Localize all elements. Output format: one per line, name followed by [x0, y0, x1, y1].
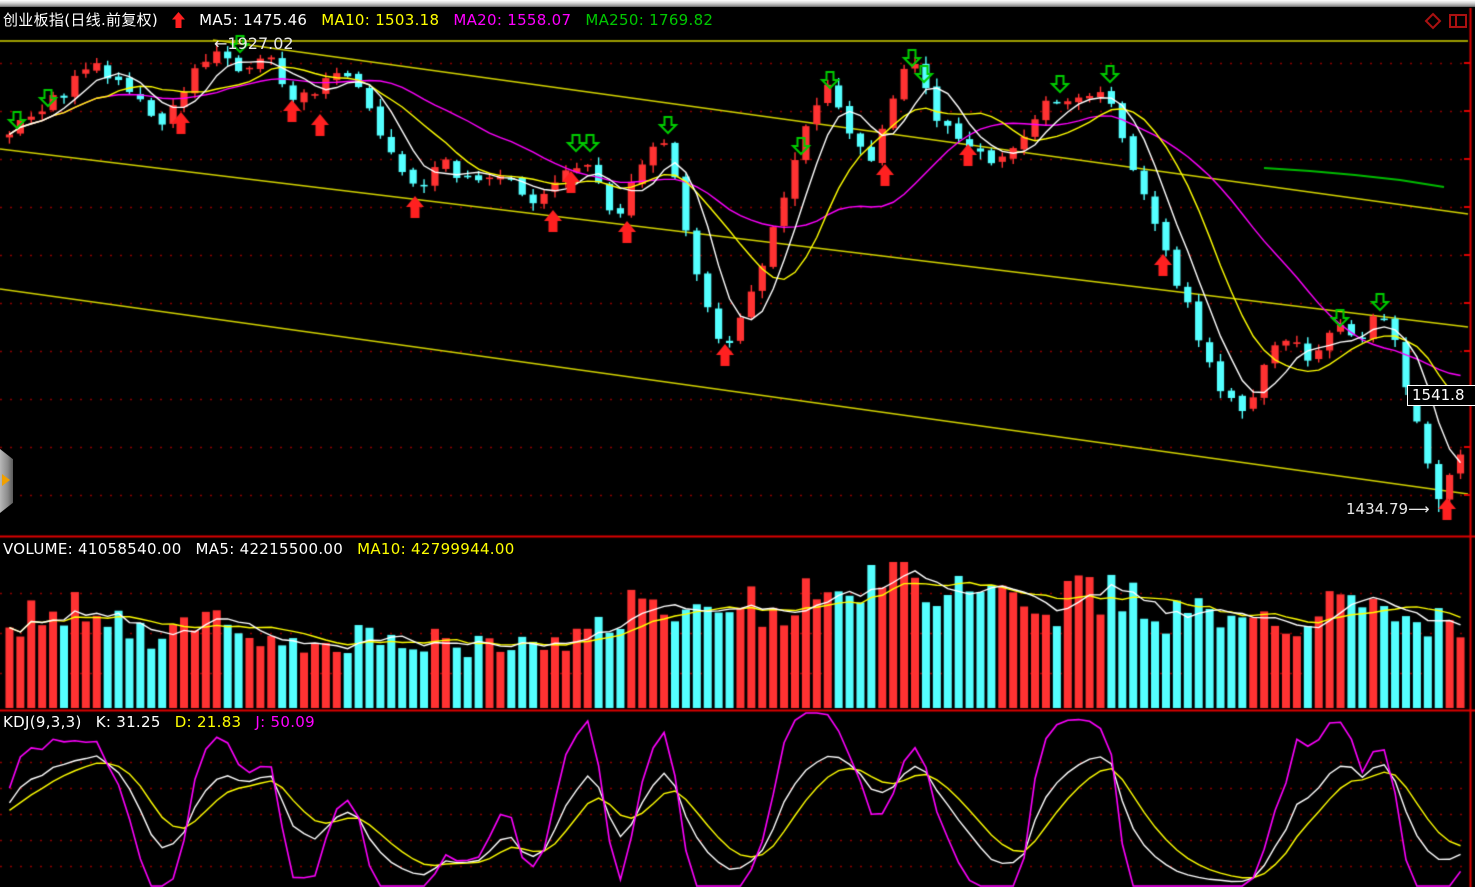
split-window-icon[interactable] — [1448, 12, 1468, 34]
volume-ma5-readout: MA5: 42215500.00 — [196, 540, 344, 558]
trading-app-screen: 创业板指(日线.前复权) MA5: 1475.46 MA10: 1503.18 … — [0, 0, 1475, 887]
main-chart-header: 创业板指(日线.前复权) MA5: 1475.46 MA10: 1503.18 … — [3, 9, 713, 30]
high-price-label: ←1927.02 — [214, 34, 294, 53]
window-top-edge — [0, 0, 1475, 7]
volume-ma10-readout: MA10: 42799944.00 — [357, 540, 514, 558]
left-slide-tab[interactable] — [0, 449, 13, 513]
left-arrow-glyph: ← — [214, 34, 227, 53]
ma5-readout: MA5: 1475.46 — [199, 11, 307, 29]
diamond-icon[interactable] — [1424, 12, 1442, 34]
price-tag-box: 1541.8 — [1407, 385, 1475, 406]
kdj-header: KDJ(9,3,3) K: 31.25 D: 21.83 J: 50.09 — [3, 713, 315, 731]
chart-canvas[interactable] — [0, 0, 1475, 887]
volume-header: VOLUME: 41058540.00 MA5: 42215500.00 MA1… — [3, 540, 515, 558]
j-readout: J: 50.09 — [255, 713, 315, 731]
ma20-readout: MA20: 1558.07 — [453, 11, 571, 29]
window-corner-icons — [1424, 12, 1468, 34]
right-arrow-glyph: ⟶ — [1408, 500, 1430, 518]
k-readout: K: 31.25 — [96, 713, 161, 731]
low-price-label: 1434.79⟶ — [1346, 500, 1430, 518]
d-readout: D: 21.83 — [175, 713, 242, 731]
up-arrow-icon — [172, 12, 185, 28]
kdj-params-label: KDJ(9,3,3) — [3, 713, 82, 731]
expand-arrow-icon — [2, 474, 10, 486]
volume-readout: VOLUME: 41058540.00 — [3, 540, 182, 558]
ma10-readout: MA10: 1503.18 — [321, 11, 439, 29]
instrument-title: 创业板指(日线.前复权) — [3, 9, 158, 30]
ma250-readout: MA250: 1769.82 — [585, 11, 713, 29]
